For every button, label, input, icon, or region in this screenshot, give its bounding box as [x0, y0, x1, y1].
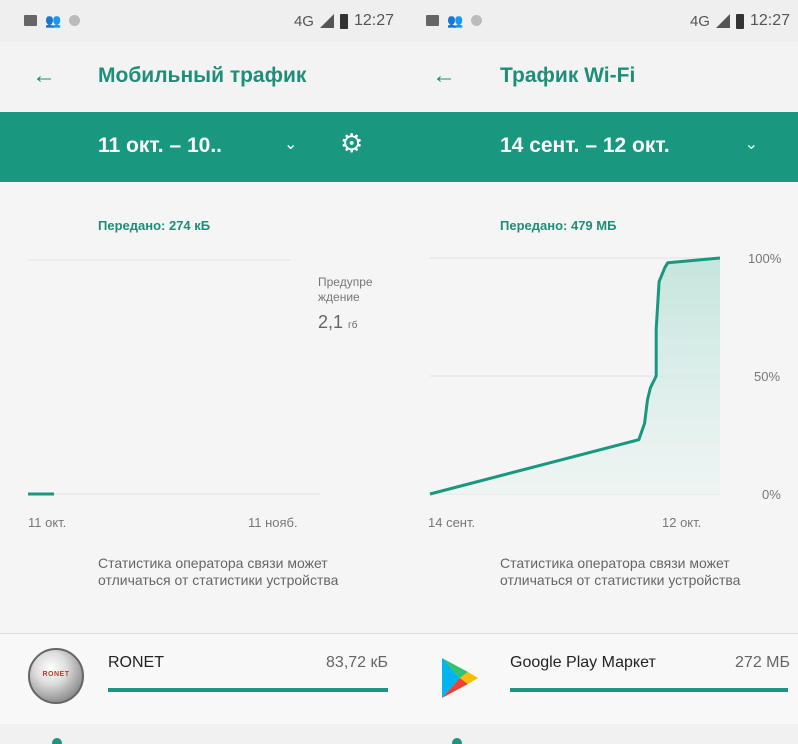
warning-value: 2,1 гб — [318, 312, 357, 333]
image-icon — [24, 15, 37, 26]
ronet-logo: RONET — [28, 648, 84, 704]
status-bar: 👥 4G 12:27 — [402, 0, 798, 42]
google-play-icon — [442, 658, 478, 698]
signal-icon — [319, 14, 334, 28]
x-axis-end: 12 окт. — [662, 515, 702, 530]
back-arrow-icon[interactable]: ← — [432, 64, 456, 88]
app-bar: ← Мобильный трафик — [0, 42, 402, 112]
back-arrow-icon[interactable]: ← — [32, 64, 56, 88]
x-axis-start: 11 окт. — [28, 515, 67, 530]
next-item-icon — [452, 738, 462, 744]
image-icon — [426, 15, 439, 26]
date-range-bar: 11 окт. – 10.. ⌄ ⚙ — [0, 112, 402, 182]
app-size: 83,72 кБ — [326, 654, 388, 671]
circle-icon — [69, 15, 81, 26]
battery-icon — [339, 13, 348, 29]
gear-icon[interactable]: ⚙ — [340, 130, 363, 156]
app-bar: ← Трафик Wi-Fi — [402, 42, 798, 112]
ronet-app-icon: RONET — [28, 648, 88, 708]
x-axis-start: 14 сент. — [428, 515, 476, 530]
date-range-selector[interactable]: 11 окт. – 10.. — [98, 134, 222, 158]
ronet-logo-text: RONET — [42, 671, 70, 678]
app-name: Google Play Маркет — [510, 654, 656, 671]
notification-icons: 👥 — [24, 13, 81, 28]
app-usage-row[interactable]: RONET RONET 83,72 кБ — [0, 634, 402, 724]
y-tick-100: 100% — [748, 251, 782, 266]
warning-label: Предупре ждение — [318, 275, 373, 304]
chevron-down-icon[interactable]: ⌄ — [745, 134, 758, 154]
battery-icon — [735, 13, 744, 29]
network-type: 4G — [293, 12, 314, 30]
app-usage-bar — [510, 688, 788, 692]
clock: 12:27 — [749, 12, 790, 29]
circle-icon — [471, 15, 483, 26]
network-type: 4G — [689, 12, 710, 30]
y-tick-0: 0% — [762, 487, 781, 502]
warning-number: 2,1 — [318, 312, 344, 332]
page-title: Трафик Wi-Fi — [500, 64, 636, 87]
people-icon: 👥 — [45, 13, 62, 28]
status-right: 4G 12:27 — [690, 12, 790, 30]
carrier-note: Статистика оператора связи может отличат… — [500, 555, 741, 588]
app-usage-bar — [108, 688, 388, 692]
next-item-icon — [52, 738, 62, 744]
carrier-note: Статистика оператора связи может отличат… — [98, 555, 339, 588]
clock: 12:27 — [353, 12, 394, 29]
wifi-data-chart — [429, 256, 721, 496]
transferred-label: Передано: 479 МБ — [500, 218, 617, 233]
app-size: 272 МБ — [735, 654, 790, 671]
y-tick-50: 50% — [754, 369, 781, 384]
mobile-traffic-screen: 👥 4G 12:27 ← Мобильный трафик 11 окт. – … — [0, 0, 402, 744]
wifi-traffic-screen: 👥 4G 12:27 ← Трафик Wi-Fi 14 сент. – 12 … — [402, 0, 798, 744]
status-bar: 👥 4G 12:27 — [0, 0, 402, 42]
x-axis-end: 11 нояб. — [248, 515, 298, 530]
app-usage-row[interactable]: Google Play Маркет 272 МБ — [402, 634, 798, 724]
page-title: Мобильный трафик — [98, 64, 307, 87]
date-range-bar: 14 сент. – 12 окт. ⌄ — [402, 112, 798, 182]
people-icon: 👥 — [447, 13, 464, 28]
warning-unit: гб — [348, 320, 358, 331]
notification-icons: 👥 — [426, 13, 483, 28]
signal-icon — [715, 14, 730, 28]
status-right: 4G 12:27 — [294, 12, 394, 30]
date-range-selector[interactable]: 14 сент. – 12 окт. — [500, 134, 670, 158]
chevron-down-icon[interactable]: ⌄ — [284, 134, 297, 154]
transferred-label: Передано: 274 кБ — [98, 218, 211, 233]
app-name: RONET — [108, 654, 164, 671]
